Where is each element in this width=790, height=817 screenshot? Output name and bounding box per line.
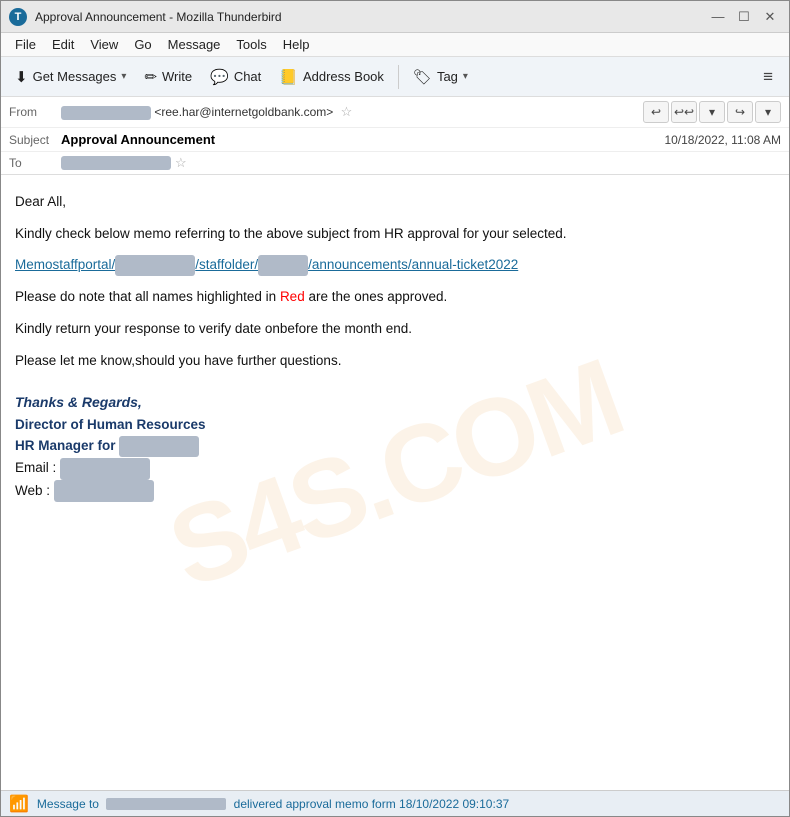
signature-thanks: Thanks & Regards, xyxy=(15,391,775,413)
link-para: Memostaffportal/ /staffolder/ /announcem… xyxy=(15,254,775,276)
email-body: S4S.COM Dear All, Kindly check below mem… xyxy=(1,175,789,790)
tag-arrow[interactable]: ▾ xyxy=(463,71,468,82)
reply-button[interactable]: ↩ xyxy=(643,101,669,123)
link-part3: /announcements/annual-ticket2022 xyxy=(308,257,518,272)
write-button[interactable]: ✏ Write xyxy=(136,64,200,90)
body-para4: Kindly return your response to verify da… xyxy=(15,318,775,340)
status-icon: 📶 xyxy=(9,794,29,814)
from-value: <ree.har@internetgoldbank.com> ☆ xyxy=(61,104,635,120)
to-star-icon[interactable]: ☆ xyxy=(175,155,187,171)
toolbar-sep xyxy=(398,65,399,89)
app-icon: T xyxy=(9,8,27,26)
menu-go[interactable]: Go xyxy=(126,35,159,54)
subject-label: Subject xyxy=(9,133,61,147)
menu-edit[interactable]: Edit xyxy=(44,35,82,54)
subject-value: Approval Announcement xyxy=(61,132,664,147)
menu-message[interactable]: Message xyxy=(160,35,229,54)
window-controls: — ☐ ✕ xyxy=(707,8,781,26)
from-redacted xyxy=(61,106,151,120)
link-redact2 xyxy=(258,255,308,277)
status-before: Message to xyxy=(37,797,99,811)
body-para3: Please do note that all names highlighte… xyxy=(15,286,775,308)
forward-dropdown-button[interactable]: ▾ xyxy=(755,101,781,123)
greeting: Dear All, xyxy=(15,191,775,213)
toolbar: ⬇ Get Messages ▾ ✏ Write 💬 Chat 📒 Addres… xyxy=(1,57,789,97)
para3-before: Please do note that all names highlighte… xyxy=(15,289,280,304)
link-part2: /staffolder/ xyxy=(195,257,258,272)
body-para5: Please let me know,should you have furth… xyxy=(15,350,775,372)
sig-line2-redact xyxy=(119,436,199,458)
link-part1: Memostaffportal/ xyxy=(15,257,115,272)
para3-after: are the ones approved. xyxy=(305,289,448,304)
from-label: From xyxy=(9,105,61,119)
main-window: T Approval Announcement - Mozilla Thunde… xyxy=(0,0,790,817)
maximize-button[interactable]: ☐ xyxy=(733,8,755,26)
signature-line2: HR Manager for xyxy=(15,435,775,457)
get-messages-label: Get Messages xyxy=(33,69,117,84)
reply-dropdown-button[interactable]: ▾ xyxy=(699,101,725,123)
from-email: <ree.har@internetgoldbank.com> xyxy=(154,105,333,119)
hamburger-button[interactable]: ≡ xyxy=(753,63,783,91)
to-redacted xyxy=(61,156,171,170)
tag-label: Tag xyxy=(437,69,458,84)
from-star-icon[interactable]: ☆ xyxy=(341,104,353,119)
menu-view[interactable]: View xyxy=(82,35,126,54)
memo-link[interactable]: Memostaffportal/ /staffolder/ /announcem… xyxy=(15,257,518,272)
address-book-button[interactable]: 📒 Address Book xyxy=(271,64,392,90)
email-content: Dear All, Kindly check below memo referr… xyxy=(15,191,775,502)
write-icon: ✏ xyxy=(144,68,157,86)
status-text: Message to delivered approval memo form … xyxy=(37,797,509,811)
close-button[interactable]: ✕ xyxy=(759,8,781,26)
chat-button[interactable]: 💬 Chat xyxy=(202,64,269,90)
from-row: From <ree.har@internetgoldbank.com> ☆ ↩ … xyxy=(1,97,789,128)
email-header: From <ree.har@internetgoldbank.com> ☆ ↩ … xyxy=(1,97,789,175)
to-row: To ☆ xyxy=(1,152,789,174)
subject-row: Subject Approval Announcement 10/18/2022… xyxy=(1,128,789,152)
tag-button[interactable]: 🏷 Tag ▾ xyxy=(405,64,476,90)
signature-line1: Director of Human Resources xyxy=(15,414,775,436)
status-redacted xyxy=(106,798,226,810)
para3-red: Red xyxy=(280,289,305,304)
forward-button[interactable]: ↪ xyxy=(727,101,753,123)
body-para1: Kindly check below memo referring to the… xyxy=(15,223,775,245)
minimize-button[interactable]: — xyxy=(707,8,729,26)
link-redact1 xyxy=(115,255,195,277)
chat-label: Chat xyxy=(234,69,261,84)
to-label: To xyxy=(9,156,61,170)
menu-tools[interactable]: Tools xyxy=(228,35,274,54)
address-book-icon: 📒 xyxy=(279,68,298,86)
get-messages-arrow[interactable]: ▾ xyxy=(121,71,126,82)
address-book-label: Address Book xyxy=(303,69,384,84)
sig-email-label: Email : xyxy=(15,460,56,475)
reply-all-button[interactable]: ↩↩ xyxy=(671,101,697,123)
menu-help[interactable]: Help xyxy=(275,35,318,54)
email-date: 10/18/2022, 11:08 AM xyxy=(664,133,781,147)
get-messages-icon: ⬇ xyxy=(15,68,28,86)
write-label: Write xyxy=(162,69,192,84)
status-after: delivered approval memo form 18/10/2022 … xyxy=(234,797,510,811)
sig-web-redact xyxy=(54,480,154,502)
get-messages-button[interactable]: ⬇ Get Messages ▾ xyxy=(7,64,134,90)
sig-email-redact xyxy=(60,458,150,480)
signature-email: Email : xyxy=(15,457,775,479)
sig-line2-prefix: HR Manager for xyxy=(15,438,119,453)
sig-web-label: Web : xyxy=(15,483,50,498)
title-bar: T Approval Announcement - Mozilla Thunde… xyxy=(1,1,789,33)
tag-icon: 🏷 xyxy=(413,68,432,86)
menu-file[interactable]: File xyxy=(7,35,44,54)
to-value xyxy=(61,156,171,171)
status-bar: 📶 Message to delivered approval memo for… xyxy=(1,790,789,816)
email-signature: Thanks & Regards, Director of Human Reso… xyxy=(15,391,775,502)
chat-icon: 💬 xyxy=(210,68,229,86)
window-title: Approval Announcement - Mozilla Thunderb… xyxy=(35,10,707,24)
menu-bar: File Edit View Go Message Tools Help xyxy=(1,33,789,57)
signature-web: Web : xyxy=(15,480,775,502)
reply-actions: ↩ ↩↩ ▾ ↪ ▾ xyxy=(643,101,781,123)
